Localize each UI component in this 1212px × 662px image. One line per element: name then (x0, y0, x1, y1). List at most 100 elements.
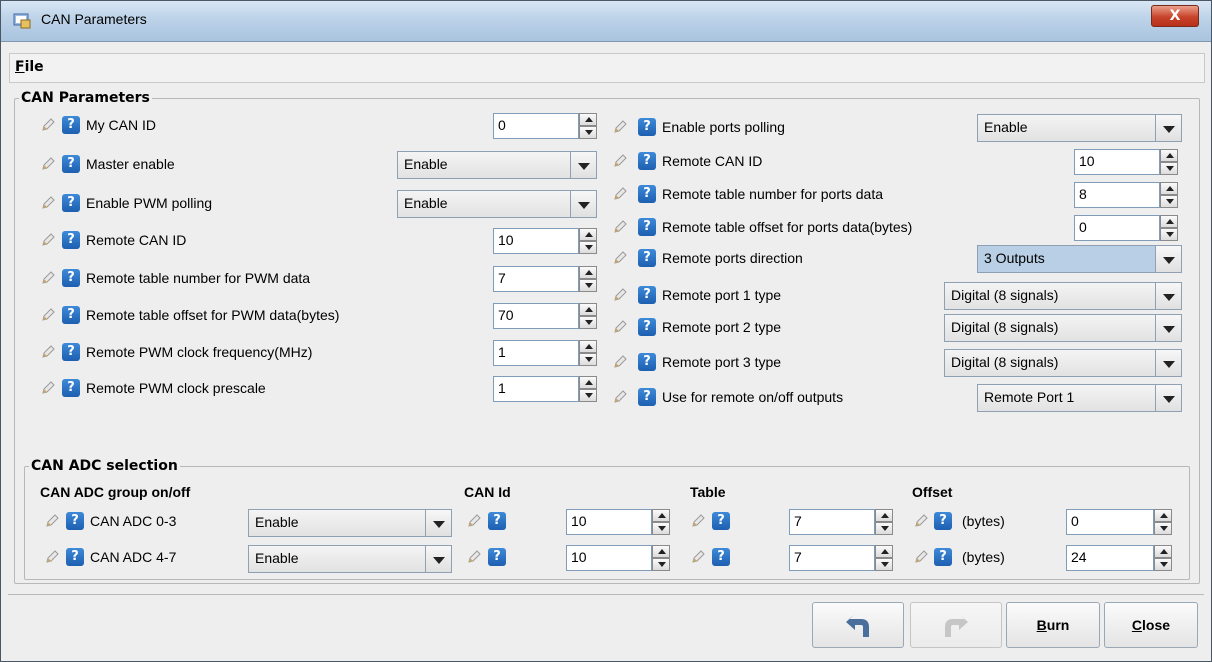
param-combo[interactable]: Remote Port 1 (977, 384, 1182, 412)
adc-offset-spinner[interactable]: 24 (1066, 545, 1172, 571)
adc-offset-spinner-field[interactable]: 24 (1066, 545, 1154, 571)
chevron-down-icon[interactable] (1156, 349, 1182, 377)
pencil-icon[interactable] (40, 344, 56, 360)
help-icon[interactable]: ? (488, 512, 506, 530)
adc-table-spinner[interactable]: 7 (789, 545, 893, 571)
param-spinner-field[interactable]: 10 (1074, 149, 1160, 175)
pencil-icon[interactable] (44, 513, 60, 529)
adc-offset-spinner-arrows[interactable] (1154, 545, 1172, 571)
pencil-icon[interactable] (40, 156, 56, 172)
help-icon[interactable]: ? (62, 194, 80, 212)
spin-down-icon[interactable] (1160, 162, 1178, 175)
pencil-icon[interactable] (40, 117, 56, 133)
spin-down-icon[interactable] (1160, 195, 1178, 208)
help-icon[interactable]: ? (712, 548, 730, 566)
param-spinner[interactable]: 0 (1074, 215, 1178, 241)
pencil-icon[interactable] (612, 319, 628, 335)
redo-button[interactable] (910, 602, 1002, 648)
param-spinner-arrows[interactable] (579, 303, 597, 329)
pencil-icon[interactable] (40, 232, 56, 248)
spin-up-icon[interactable] (579, 228, 597, 241)
close-button[interactable]: Close (1104, 602, 1198, 648)
help-icon[interactable]: ? (638, 318, 656, 336)
param-spinner-field[interactable]: 8 (1074, 182, 1160, 208)
adc-group-combo[interactable]: Enable (248, 509, 452, 537)
param-combo[interactable]: Digital (8 signals) (944, 349, 1182, 377)
help-icon[interactable]: ? (638, 118, 656, 136)
pencil-icon[interactable] (612, 219, 628, 235)
help-icon[interactable]: ? (934, 548, 952, 566)
adc-group-combo-value[interactable]: Enable (248, 545, 426, 573)
chevron-down-icon[interactable] (571, 190, 597, 218)
spin-down-icon[interactable] (1154, 558, 1172, 571)
spin-down-icon[interactable] (1160, 228, 1178, 241)
help-icon[interactable]: ? (66, 512, 84, 530)
param-spinner-field[interactable]: 0 (1074, 215, 1160, 241)
param-combo[interactable]: Enable (977, 114, 1182, 142)
param-combo[interactable]: 3 Outputs (977, 245, 1182, 273)
help-icon[interactable]: ? (638, 152, 656, 170)
adc-offset-spinner[interactable]: 0 (1066, 509, 1172, 535)
adc-table-spinner-arrows[interactable] (875, 545, 893, 571)
pencil-icon[interactable] (612, 186, 628, 202)
undo-button[interactable] (812, 602, 904, 648)
help-icon[interactable]: ? (934, 512, 952, 530)
param-spinner-arrows[interactable] (1160, 182, 1178, 208)
spin-down-icon[interactable] (875, 522, 893, 535)
spin-up-icon[interactable] (1160, 182, 1178, 195)
pencil-icon[interactable] (612, 119, 628, 135)
chevron-down-icon[interactable] (1156, 282, 1182, 310)
menu-file[interactable]: File (15, 59, 44, 75)
pencil-icon[interactable] (612, 287, 628, 303)
help-icon[interactable]: ? (638, 185, 656, 203)
param-spinner[interactable]: 0 (493, 113, 597, 139)
param-spinner[interactable]: 7 (493, 266, 597, 292)
help-icon[interactable]: ? (638, 286, 656, 304)
param-combo-value[interactable]: Enable (977, 114, 1156, 142)
adc-table-spinner-arrows[interactable] (875, 509, 893, 535)
param-spinner[interactable]: 10 (493, 228, 597, 254)
param-spinner-field[interactable]: 7 (493, 266, 579, 292)
pencil-icon[interactable] (612, 153, 628, 169)
help-icon[interactable]: ? (638, 388, 656, 406)
spin-down-icon[interactable] (579, 126, 597, 139)
chevron-down-icon[interactable] (426, 545, 452, 573)
spin-up-icon[interactable] (652, 509, 670, 522)
spin-down-icon[interactable] (652, 558, 670, 571)
param-spinner[interactable]: 1 (493, 376, 597, 402)
pencil-icon[interactable] (40, 307, 56, 323)
help-icon[interactable]: ? (638, 249, 656, 267)
spin-up-icon[interactable] (579, 113, 597, 126)
param-spinner[interactable]: 70 (493, 303, 597, 329)
pencil-icon[interactable] (690, 549, 706, 565)
param-spinner-arrows[interactable] (1160, 215, 1178, 241)
help-icon[interactable]: ? (62, 269, 80, 287)
adc-canid-spinner[interactable]: 10 (566, 545, 670, 571)
spin-up-icon[interactable] (579, 376, 597, 389)
spin-up-icon[interactable] (1160, 215, 1178, 228)
adc-group-combo-value[interactable]: Enable (248, 509, 426, 537)
param-spinner-arrows[interactable] (579, 113, 597, 139)
spin-up-icon[interactable] (875, 509, 893, 522)
spin-up-icon[interactable] (1160, 149, 1178, 162)
adc-table-spinner-field[interactable]: 7 (789, 509, 875, 535)
pencil-icon[interactable] (466, 549, 482, 565)
adc-canid-spinner-field[interactable]: 10 (566, 545, 652, 571)
adc-canid-spinner-arrows[interactable] (652, 545, 670, 571)
spin-down-icon[interactable] (579, 241, 597, 254)
pencil-icon[interactable] (612, 354, 628, 370)
pencil-icon[interactable] (40, 380, 56, 396)
param-spinner[interactable]: 1 (493, 340, 597, 366)
param-spinner-field[interactable]: 10 (493, 228, 579, 254)
pencil-icon[interactable] (40, 195, 56, 211)
burn-button[interactable]: Burn (1006, 602, 1100, 648)
adc-offset-spinner-field[interactable]: 0 (1066, 509, 1154, 535)
param-combo-value[interactable]: Digital (8 signals) (944, 314, 1156, 342)
spin-up-icon[interactable] (652, 545, 670, 558)
spin-down-icon[interactable] (579, 389, 597, 402)
param-combo[interactable]: Digital (8 signals) (944, 282, 1182, 310)
chevron-down-icon[interactable] (1156, 314, 1182, 342)
param-combo-value[interactable]: Enable (397, 190, 571, 218)
spin-down-icon[interactable] (875, 558, 893, 571)
spin-up-icon[interactable] (579, 266, 597, 279)
